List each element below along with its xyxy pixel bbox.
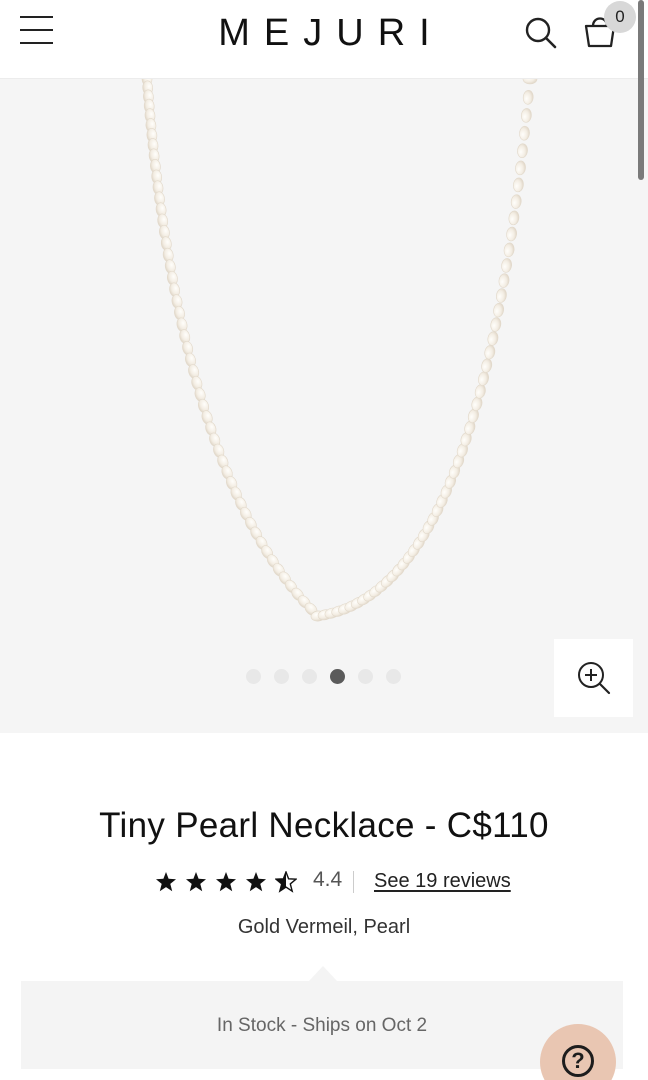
star-icon <box>186 872 206 892</box>
product-image-gallery[interactable] <box>0 79 648 733</box>
pearl-necklace-image <box>141 79 538 622</box>
pearl-bead <box>515 160 526 176</box>
stock-status-box: In Stock - Ships on Oct 2 <box>21 981 623 1069</box>
pearl-bead <box>501 258 512 273</box>
zoom-in-icon <box>578 662 611 695</box>
help-icon: ? <box>562 1045 594 1077</box>
star-icon <box>275 871 297 893</box>
cart-count-badge[interactable]: 0 <box>604 1 636 33</box>
pearl-bead <box>490 317 502 332</box>
zoom-button[interactable] <box>554 639 633 717</box>
pearl-bead <box>484 344 496 360</box>
pearl-bead <box>503 242 515 258</box>
star-icon <box>156 872 176 892</box>
pearl-bead <box>508 210 520 226</box>
product-title: Tiny Pearl Necklace - C$110 <box>99 806 549 845</box>
pearl-bead <box>496 288 507 303</box>
pearl-bead <box>522 90 534 105</box>
gallery-pagination <box>0 669 648 689</box>
pearl-bead <box>513 177 524 193</box>
rating-value: 4.4 <box>313 868 343 891</box>
rating-divider <box>353 871 354 893</box>
pearl-bead <box>478 371 489 386</box>
stock-box-pointer <box>309 966 337 981</box>
star-icon <box>216 872 236 892</box>
pearl-bead <box>510 194 522 209</box>
pearl-bead <box>522 79 538 85</box>
stock-status-text: In Stock - Ships on Oct 2 <box>216 1015 428 1036</box>
gallery-dot[interactable] <box>386 669 401 684</box>
pearl-bead <box>481 358 493 373</box>
pearl-bead <box>517 143 528 158</box>
gallery-dot[interactable] <box>274 669 289 684</box>
pearl-bead <box>521 108 532 123</box>
gallery-dot[interactable] <box>330 669 345 684</box>
search-icon[interactable] <box>524 16 558 50</box>
product-material: Gold Vermeil, Pearl <box>237 916 411 938</box>
gallery-dot[interactable] <box>302 669 317 684</box>
gallery-dot[interactable] <box>246 669 261 684</box>
pearl-bead <box>474 384 486 399</box>
pearl-bead <box>506 226 517 242</box>
site-header: MEJURI 0 <box>0 0 648 79</box>
pearl-bead <box>493 302 504 318</box>
page-scrollbar[interactable] <box>638 0 644 180</box>
see-reviews-link[interactable]: See 19 reviews <box>374 870 511 893</box>
pearl-bead <box>487 331 499 346</box>
pearl-bead <box>519 125 530 141</box>
rating-row: 4.4 See 19 reviews <box>0 868 648 898</box>
pearl-bead <box>498 273 510 288</box>
gallery-dot[interactable] <box>358 669 373 684</box>
star-icon <box>246 872 266 892</box>
